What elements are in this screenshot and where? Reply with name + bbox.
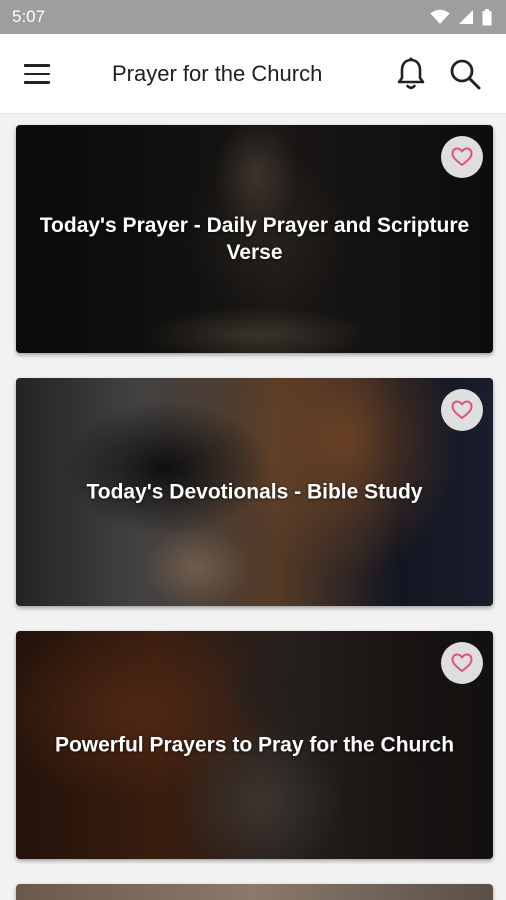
wifi-icon	[430, 9, 450, 24]
status-icons	[430, 8, 492, 26]
page-title: Prayer for the Church	[112, 61, 323, 86]
bell-icon	[397, 57, 425, 90]
category-card-church-prayers[interactable]: Powerful Prayers to Pray for the Church	[16, 631, 493, 859]
notification-button[interactable]	[395, 56, 427, 92]
card-title: Today's Prayer - Daily Prayer and Script…	[39, 214, 470, 264]
card-image	[16, 884, 493, 900]
menu-icon	[24, 64, 50, 67]
app-bar: Prayer for the Church	[0, 34, 506, 114]
menu-icon-bar	[24, 72, 50, 76]
category-card-daily-prayer[interactable]: Today's Prayer - Daily Prayer and Script…	[16, 125, 493, 353]
favorite-button[interactable]	[441, 136, 483, 178]
favorite-button[interactable]	[441, 389, 483, 431]
signal-icon	[459, 10, 473, 24]
heart-outline-icon	[451, 400, 473, 419]
heart-outline-icon	[451, 653, 473, 672]
status-time: 5:07	[12, 7, 46, 26]
search-icon	[450, 59, 481, 90]
card-title: Powerful Prayers to Pray for the Church	[54, 733, 455, 757]
menu-button[interactable]	[24, 58, 58, 90]
favorite-button[interactable]	[441, 642, 483, 684]
category-card-devotionals[interactable]: Today's Devotionals - Bible Study	[16, 378, 493, 606]
heart-outline-icon	[451, 147, 473, 166]
search-button[interactable]	[447, 56, 483, 92]
menu-icon-bar	[24, 81, 50, 84]
status-bar: 5:07	[0, 0, 506, 34]
card-title: Today's Devotionals - Bible Study	[86, 480, 423, 504]
category-card-partial[interactable]	[16, 884, 493, 900]
battery-icon	[482, 8, 492, 25]
